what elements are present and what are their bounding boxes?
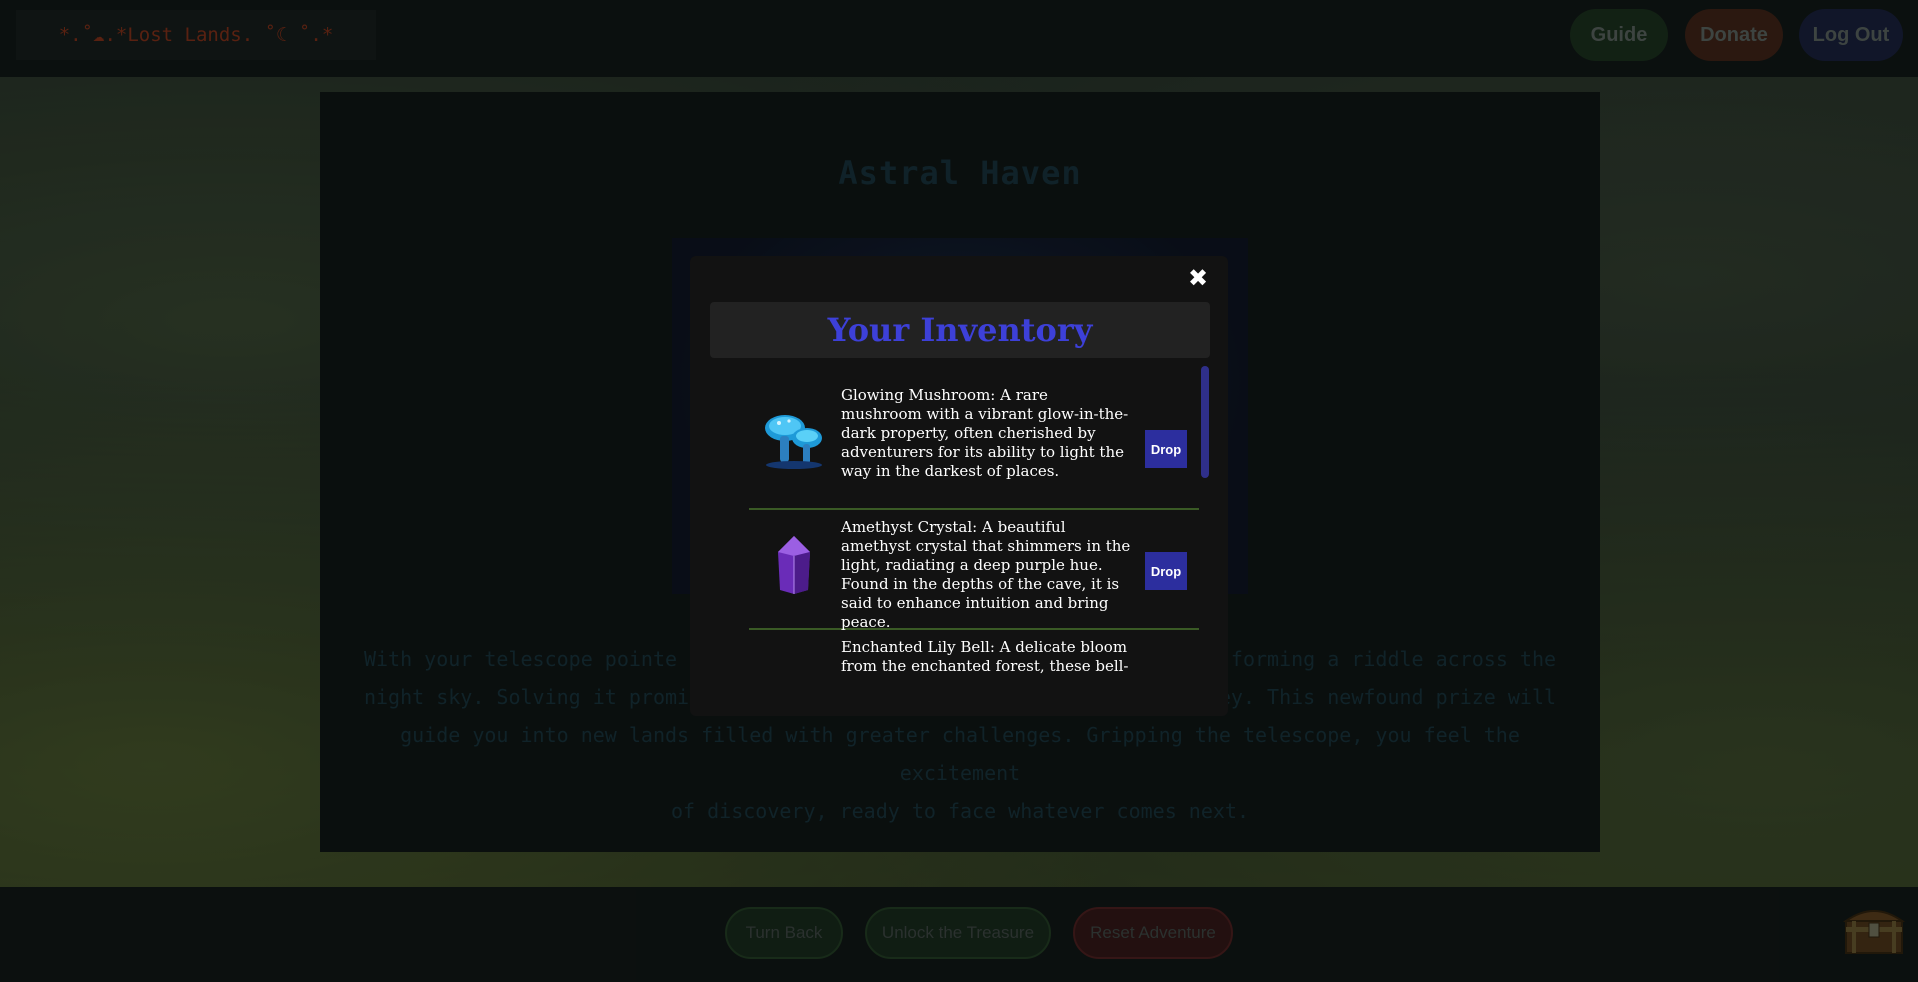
close-icon[interactable]: ✖ <box>1184 264 1212 292</box>
amethyst-crystal-icon <box>759 530 829 600</box>
item-description: Glowing Mushroom: A rare mushroom with a… <box>841 386 1129 480</box>
item-description: Amethyst Crystal: A beautiful amethyst c… <box>841 518 1131 631</box>
inventory-item: Glowing Mushroom: A rare mushroom with a… <box>749 376 1199 510</box>
inventory-scrollbar[interactable] <box>1201 366 1209 478</box>
inventory-item: Enchanted Lily Bell: A delicate bloom fr… <box>749 630 1199 716</box>
inventory-modal: ✖ Your Inventory Glowing Mushroom: A rar… <box>690 256 1228 716</box>
inventory-item: Amethyst Crystal: A beautiful amethyst c… <box>749 510 1199 631</box>
glowing-mushroom-icon <box>759 404 829 474</box>
inventory-list[interactable]: Glowing Mushroom: A rare mushroom with a… <box>710 366 1210 716</box>
inventory-header: Your Inventory <box>710 302 1210 358</box>
inventory-title: Your Inventory <box>827 311 1093 349</box>
drop-button[interactable]: Drop <box>1145 430 1187 468</box>
item-description: Enchanted Lily Bell: A delicate bloom fr… <box>841 638 1129 675</box>
drop-button[interactable]: Drop <box>1145 552 1187 590</box>
